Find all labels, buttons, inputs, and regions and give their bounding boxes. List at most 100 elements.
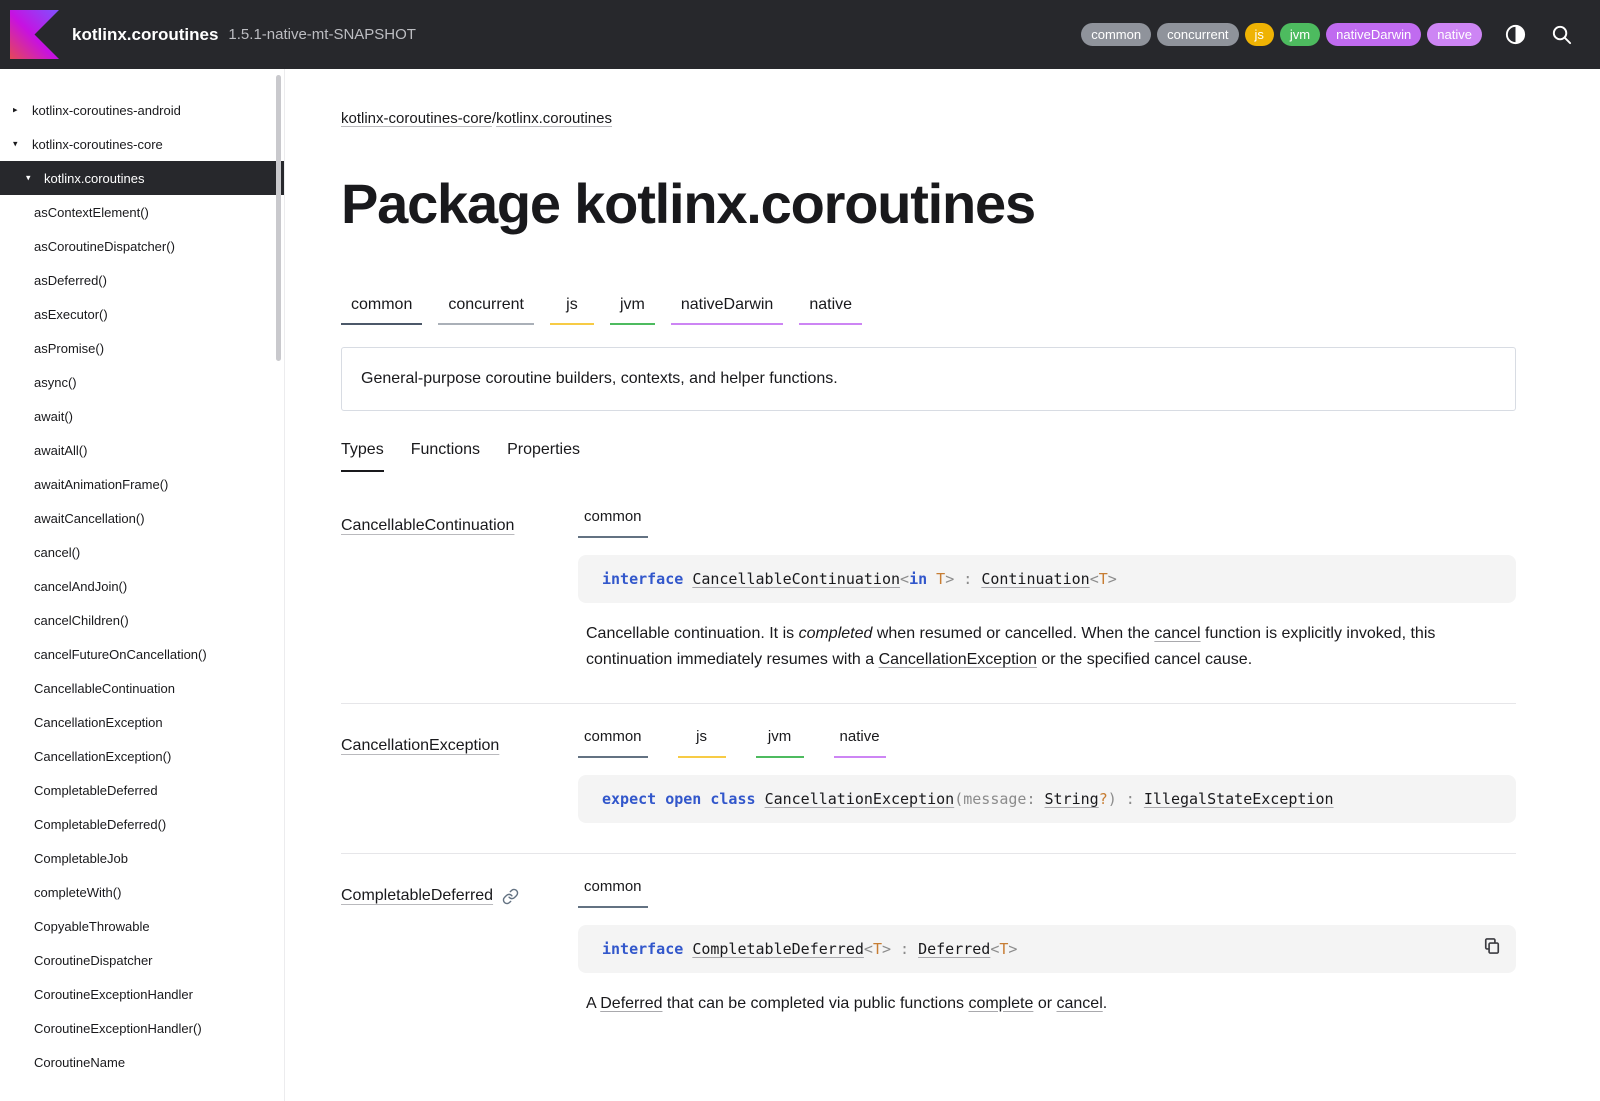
section-platform-tab-native[interactable]: native (834, 728, 886, 758)
code-signature: interface CompletableDeferred<T> : Defer… (578, 925, 1516, 973)
platform-tab-concurrent[interactable]: concurrent (438, 296, 534, 325)
sidebar-item-coroutineexceptionhandler[interactable]: CoroutineExceptionHandler() (0, 1011, 284, 1045)
sidebar-item-cancellationexception[interactable]: CancellationException (0, 705, 284, 739)
platform-tab-jvm[interactable]: jvm (610, 296, 655, 325)
section-content: commoninterface CancellableContinuation<… (578, 508, 1516, 673)
section-title-link[interactable]: CompletableDeferred (341, 887, 493, 905)
platform-filter-common[interactable]: common (1081, 23, 1151, 46)
code-link[interactable]: Continuation (981, 570, 1089, 588)
platform-tab-nativedarwin[interactable]: nativeDarwin (671, 296, 783, 325)
code-link[interactable]: CancellationException (765, 790, 955, 808)
sidebar-item-ascontextelement[interactable]: asContextElement() (0, 195, 284, 229)
platform-tab-common[interactable]: common (341, 296, 422, 325)
sidebar-item-label: CancellationException() (34, 749, 171, 764)
description-text: A (586, 995, 600, 1012)
sidebar-item-cancelfutureoncancellation[interactable]: cancelFutureOnCancellation() (0, 637, 284, 671)
code-link[interactable]: Deferred (918, 940, 990, 958)
chevron-down-icon[interactable]: ▾ (13, 139, 18, 150)
breadcrumb-link-kotlinx-coroutines-core[interactable]: kotlinx-coroutines-core (341, 110, 492, 127)
sidebar-item-completabledeferred[interactable]: CompletableDeferred() (0, 807, 284, 841)
description-link[interactable]: cancel (1057, 995, 1103, 1012)
sidebar-item-await[interactable]: await() (0, 399, 284, 433)
sidebar-item-awaitall[interactable]: awaitAll() (0, 433, 284, 467)
tab-functions[interactable]: Functions (411, 441, 480, 472)
kotlin-logo-icon[interactable] (10, 10, 59, 59)
sidebar-item-label: CoroutineDispatcher (34, 953, 153, 968)
code-link[interactable]: String (1045, 790, 1099, 808)
sidebar-item-kotlinx-coroutines-android[interactable]: ▸kotlinx-coroutines-android (0, 93, 284, 127)
section-title-link[interactable]: CancellationException (341, 737, 499, 755)
sidebar-item-kotlinx-coroutines-core[interactable]: ▾ kotlinx-coroutines-core (0, 127, 284, 161)
content-tabs: Types Functions Properties (341, 441, 1516, 472)
section-cancellablecontinuation: CancellableContinuationcommoninterface C… (341, 484, 1516, 704)
sidebar-item-label: CoroutineExceptionHandler (34, 987, 193, 1002)
copy-icon[interactable] (1482, 936, 1502, 960)
chevron-down-icon[interactable]: ▾ (26, 173, 31, 184)
sidebar-item-label: CompletableDeferred (34, 783, 158, 798)
sidebar-item-awaitanimationframe[interactable]: awaitAnimationFrame() (0, 467, 284, 501)
platform-filter-badges: common concurrent jsjvm nativeDarwin native (1081, 23, 1482, 46)
sidebar-item-completewith[interactable]: completeWith() (0, 875, 284, 909)
platform-tab-native[interactable]: native (799, 296, 862, 325)
sidebar-item-copyablethrowable[interactable]: CopyableThrowable (0, 909, 284, 943)
section-description: Cancellable continuation. It is complete… (586, 621, 1516, 673)
description-link[interactable]: complete (968, 995, 1033, 1012)
chevron-right-icon[interactable]: ▸ (13, 105, 18, 116)
tab-types[interactable]: Types (341, 441, 384, 472)
sidebar-item-cancellationexception[interactable]: CancellationException() (0, 739, 284, 773)
code-link[interactable]: IllegalStateException (1144, 790, 1334, 808)
platform-filter-jvm[interactable]: jvm (1280, 23, 1320, 46)
sidebar-item-cancelchildren[interactable]: cancelChildren() (0, 603, 284, 637)
sidebar-item-label: CompletableDeferred() (34, 817, 166, 832)
sidebar-item-label: cancelAndJoin() (34, 579, 127, 594)
code-link[interactable]: CancellableContinuation (692, 570, 900, 588)
section-platform-tab-common[interactable]: common (578, 728, 648, 758)
sidebar-item-ascoroutinedispatcher[interactable]: asCoroutineDispatcher() (0, 229, 284, 263)
sidebar-item-kotlinx-coroutines[interactable]: ▾ kotlinx.coroutines (0, 161, 284, 195)
sidebar-item-label: cancelFutureOnCancellation() (34, 647, 207, 662)
sidebar-item-awaitcancellation[interactable]: awaitCancellation() (0, 501, 284, 535)
anchor-link-icon[interactable] (502, 888, 519, 905)
section-platform-tab-jvm[interactable]: jvm (756, 728, 804, 758)
section-platform-tab-js[interactable]: js (678, 728, 726, 758)
sidebar-item-coroutinename[interactable]: CoroutineName (0, 1045, 284, 1079)
sidebar-item-asdeferred[interactable]: asDeferred() (0, 263, 284, 297)
platform-filter-nativedarwin[interactable]: nativeDarwin (1326, 23, 1421, 46)
description-link[interactable]: CancellationException (879, 651, 1037, 668)
breadcrumb-link-kotlinx-coroutines[interactable]: kotlinx.coroutines (496, 110, 612, 127)
section-platform-tabs: common jsjvm native (578, 728, 1516, 758)
sidebar-item-label: kotlinx-coroutines-core (32, 137, 163, 152)
tab-properties[interactable]: Properties (507, 441, 580, 472)
section-platform-tab-common[interactable]: common (578, 878, 648, 908)
sidebar-item-coroutinedispatcher[interactable]: CoroutineDispatcher (0, 943, 284, 977)
platform-filter-js[interactable]: js (1245, 23, 1274, 46)
section-title-link[interactable]: CancellableContinuation (341, 517, 514, 535)
sidebar-item-label: kotlinx.coroutines (44, 171, 144, 186)
description-link[interactable]: cancel (1154, 625, 1200, 642)
sidebar-item-cancellablecontinuation[interactable]: CancellableContinuation (0, 671, 284, 705)
platform-filter-concurrent[interactable]: concurrent (1157, 23, 1238, 46)
sidebar-item-coroutineexceptionhandler[interactable]: CoroutineExceptionHandler (0, 977, 284, 1011)
sidebar-item-completablejob[interactable]: CompletableJob (0, 841, 284, 875)
sidebar-item-label: awaitAll() (34, 443, 87, 458)
sidebar-item-cancel[interactable]: cancel() (0, 535, 284, 569)
code-token: interface (602, 940, 692, 958)
sidebar-item-aspromise[interactable]: asPromise() (0, 331, 284, 365)
code-token: ) : (1108, 790, 1144, 808)
description-link[interactable]: Deferred (600, 995, 662, 1012)
sidebar-scrollbar[interactable] (276, 75, 281, 361)
sidebar-item-cancelandjoin[interactable]: cancelAndJoin() (0, 569, 284, 603)
sidebar-item-label: cancel() (34, 545, 80, 560)
sidebar-item-label: asContextElement() (34, 205, 149, 220)
theme-toggle-button[interactable] (1502, 22, 1528, 48)
section-platform-tab-common[interactable]: common (578, 508, 648, 538)
sidebar-item-asexecutor[interactable]: asExecutor() (0, 297, 284, 331)
sidebar-item-completabledeferred[interactable]: CompletableDeferred (0, 773, 284, 807)
search-button[interactable] (1548, 22, 1574, 48)
code-token: < (900, 570, 909, 588)
platform-tab-js[interactable]: js (550, 296, 594, 325)
sidebar-item-async[interactable]: async() (0, 365, 284, 399)
code-link[interactable]: CompletableDeferred (692, 940, 864, 958)
project-title[interactable]: kotlinx.coroutines (72, 25, 218, 45)
platform-filter-native[interactable]: native (1427, 23, 1482, 46)
